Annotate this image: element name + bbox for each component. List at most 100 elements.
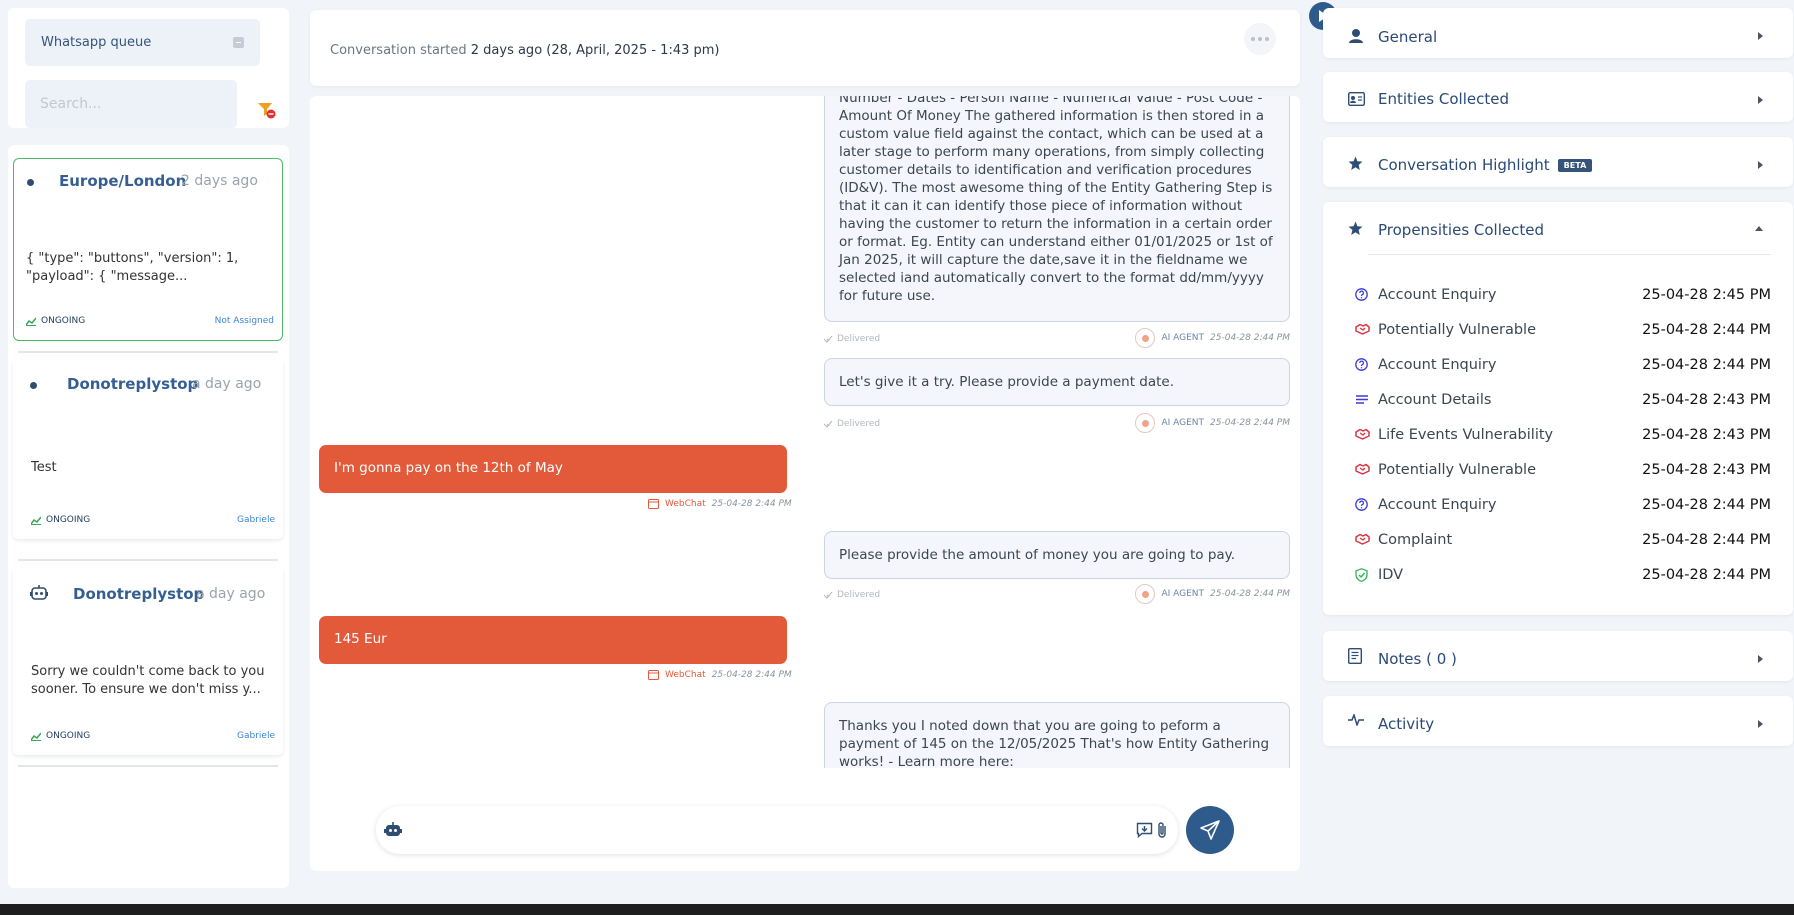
propensity-time: 25-04-28 2:44 PM bbox=[1642, 357, 1771, 373]
conversation-preview: { "type": "buttons", "version": 1, "payl… bbox=[26, 251, 239, 284]
conversation-header: Conversation started 2 days ago (28, Apr… bbox=[310, 10, 1300, 86]
question-circle-icon bbox=[1355, 288, 1368, 301]
conversation-card[interactable]: Donotreplystop a day ago Test ONGOING Ga… bbox=[13, 357, 283, 539]
propensity-time: 25-04-28 2:44 PM bbox=[1642, 567, 1771, 583]
conversation-preview: Sorry we couldn't come back to you soone… bbox=[31, 664, 265, 697]
message-input[interactable] bbox=[412, 814, 1092, 846]
channel-name: WebChat bbox=[665, 499, 706, 509]
propensity-name: Life Events Vulnerability bbox=[1378, 427, 1554, 443]
conversation-card[interactable]: Europe/London 2 days ago { "type": "butt… bbox=[13, 158, 283, 341]
notes-panel: Notes ( 0 ) bbox=[1323, 631, 1793, 681]
bot-message: Thanks you I noted down that you are goi… bbox=[824, 702, 1290, 768]
propensity-name: Account Details bbox=[1378, 392, 1492, 408]
bot-message: Please provide the amount of money you a… bbox=[824, 531, 1290, 579]
status-badge: ONGOING bbox=[31, 731, 90, 741]
sender-tag: AI AGENT 25-04-28 2:44 PM bbox=[1135, 328, 1290, 348]
status-text: ONGOING bbox=[46, 731, 91, 741]
conversation-name: Donotreplystop bbox=[67, 375, 199, 393]
conversation-card[interactable]: Donotreplystop a day ago Sorry we couldn… bbox=[13, 565, 283, 755]
panel-title: Entities Collected bbox=[1378, 90, 1509, 108]
conversation-time: a day ago bbox=[192, 376, 262, 392]
ai-agent-icon bbox=[1135, 584, 1156, 604]
chat-panel: Number - Dates - Person Name - Numerical… bbox=[310, 96, 1300, 871]
status-dot bbox=[30, 382, 37, 389]
divider bbox=[1368, 254, 1771, 255]
general-panel-header[interactable]: General bbox=[1323, 8, 1793, 60]
question-circle-icon bbox=[1355, 498, 1368, 511]
message-time: 25-04-28 2:44 PM bbox=[1210, 589, 1290, 599]
queue-select[interactable]: Whatsapp queue bbox=[25, 19, 260, 66]
divider bbox=[18, 559, 278, 561]
entities-panel-header[interactable]: Entities Collected bbox=[1323, 72, 1793, 124]
chevron-right-icon bbox=[1758, 655, 1763, 663]
assignee-link[interactable]: Gabriele bbox=[237, 515, 275, 525]
activity-panel-header[interactable]: Activity bbox=[1323, 696, 1793, 748]
propensity-time: 25-04-28 2:43 PM bbox=[1642, 427, 1771, 443]
queue-panel: Whatsapp queue bbox=[8, 8, 289, 128]
conversation-list: Europe/London 2 days ago { "type": "butt… bbox=[8, 145, 289, 888]
delivered-status: Delivered bbox=[824, 334, 880, 344]
panel-title: Notes ( 0 ) bbox=[1378, 650, 1457, 668]
divider bbox=[18, 765, 278, 767]
sender-name: AI AGENT bbox=[1161, 418, 1205, 428]
double-check-icon bbox=[824, 335, 833, 343]
propensity-row: Account Enquiry 25-04-28 2:44 PM bbox=[1323, 495, 1793, 517]
activity-icon bbox=[1348, 714, 1364, 726]
assignee-link[interactable]: Not Assigned bbox=[215, 316, 274, 326]
collapse-icon[interactable] bbox=[233, 37, 244, 48]
propensity-name: Account Enquiry bbox=[1378, 357, 1497, 373]
chevron-right-icon bbox=[1758, 32, 1763, 40]
propensity-time: 25-04-28 2:43 PM bbox=[1642, 392, 1771, 408]
channel-name: WebChat bbox=[665, 670, 706, 680]
propensity-name: Potentially Vulnerable bbox=[1378, 462, 1537, 478]
webchat-icon bbox=[648, 499, 659, 509]
handshake-icon bbox=[1355, 533, 1370, 545]
question-circle-icon bbox=[1355, 358, 1368, 371]
notes-panel-header[interactable]: Notes ( 0 ) bbox=[1323, 631, 1793, 683]
search-input[interactable] bbox=[25, 80, 237, 128]
sender-tag: AI AGENT 25-04-28 2:44 PM bbox=[1135, 413, 1290, 433]
star-icon bbox=[1348, 221, 1363, 236]
message-composer bbox=[376, 806, 1178, 854]
propensity-name: Account Enquiry bbox=[1378, 497, 1497, 513]
send-button[interactable] bbox=[1186, 806, 1234, 854]
propensity-row: Life Events Vulnerability 25-04-28 2:43 P… bbox=[1323, 425, 1793, 447]
message-time: 25-04-28 2:44 PM bbox=[711, 670, 792, 680]
filter-clear-icon[interactable] bbox=[257, 100, 277, 120]
os-taskbar bbox=[0, 904, 1794, 915]
highlight-panel: Conversation Highlight BETA bbox=[1323, 137, 1793, 187]
more-options-button[interactable] bbox=[1244, 23, 1276, 55]
message-list[interactable]: Number - Dates - Person Name - Numerical… bbox=[310, 96, 1300, 768]
webchat-icon bbox=[648, 670, 659, 680]
paperclip-icon[interactable] bbox=[1156, 821, 1168, 839]
propensity-time: 25-04-28 2:44 PM bbox=[1642, 532, 1771, 548]
status-badge: ONGOING bbox=[26, 316, 85, 326]
sender-name: AI AGENT bbox=[1161, 333, 1205, 343]
delivered-status: Delivered bbox=[824, 419, 880, 429]
propensity-row: IDV 25-04-28 2:44 PM bbox=[1323, 565, 1793, 587]
propensity-time: 25-04-28 2:44 PM bbox=[1642, 322, 1771, 338]
bot-message: Number - Dates - Person Name - Numerical… bbox=[824, 96, 1290, 322]
highlight-panel-header[interactable]: Conversation Highlight BETA bbox=[1323, 137, 1793, 189]
user-icon bbox=[1348, 28, 1364, 44]
propensity-row: Account Details 25-04-28 2:43 PM bbox=[1323, 390, 1793, 412]
id-card-icon bbox=[1348, 92, 1365, 106]
propensities-panel-header[interactable]: Propensities Collected bbox=[1323, 202, 1793, 254]
star-icon bbox=[1348, 156, 1363, 171]
trend-icon bbox=[26, 317, 36, 326]
propensity-name: Account Enquiry bbox=[1378, 287, 1497, 303]
status-dot bbox=[27, 179, 34, 186]
assignee-link[interactable]: Gabriele bbox=[237, 731, 275, 741]
chevron-right-icon bbox=[1758, 161, 1763, 169]
conversation-name: Donotreplystop bbox=[73, 585, 205, 603]
conversation-name: Europe/London bbox=[59, 172, 187, 190]
propensity-time: 25-04-28 2:43 PM bbox=[1642, 462, 1771, 478]
propensity-name: Complaint bbox=[1378, 532, 1453, 548]
panel-title: Activity bbox=[1378, 715, 1435, 733]
robot-icon bbox=[30, 585, 48, 601]
conversation-preview: Test bbox=[31, 460, 57, 475]
bot-toggle-icon[interactable] bbox=[384, 822, 402, 838]
message-time: 25-04-28 2:44 PM bbox=[1210, 333, 1290, 343]
template-icon[interactable] bbox=[1136, 822, 1153, 838]
lines-icon bbox=[1355, 393, 1369, 405]
